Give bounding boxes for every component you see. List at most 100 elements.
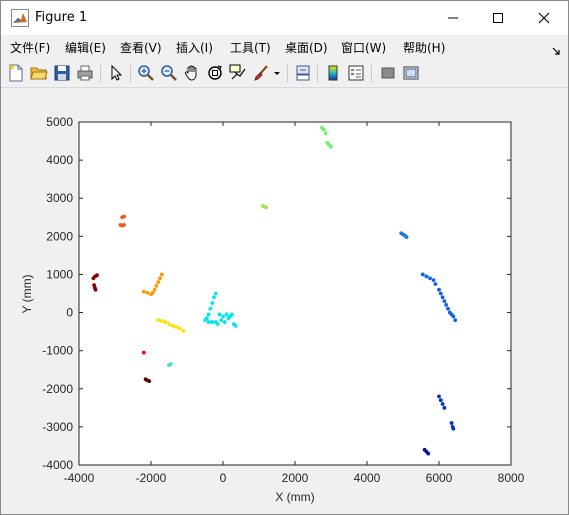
y-tick-label: -3000 — [42, 420, 73, 434]
data-point — [156, 318, 161, 323]
scatter-plot[interactable]: -4000 -2000 0 2000 4000 6000 8000 -4000 -3000 -20… — [5, 88, 564, 510]
data-point — [449, 421, 454, 425]
y-tick-label: 4000 — [46, 153, 73, 167]
x-tick-label: -2000 — [136, 471, 167, 485]
data-point — [438, 291, 443, 296]
close-icon — [538, 12, 550, 24]
data-point — [264, 205, 269, 210]
save-icon[interactable] — [53, 64, 71, 82]
data-point — [329, 144, 333, 149]
menu-help[interactable]: 帮助(H) — [403, 39, 445, 56]
edit-plot-arrow-icon[interactable] — [107, 64, 125, 82]
menu-insert[interactable]: 插入(I) — [176, 39, 213, 56]
open-file-icon[interactable] — [30, 64, 48, 82]
data-point — [222, 320, 227, 324]
data-point — [170, 323, 175, 328]
point-cluster — [141, 350, 146, 355]
data-point — [141, 289, 146, 294]
data-point — [141, 350, 146, 355]
data-point — [159, 319, 164, 323]
y-tick-label: -4000 — [42, 458, 73, 472]
menu-file[interactable]: 文件(F) — [10, 39, 50, 56]
y-tick-label: 2000 — [46, 229, 73, 243]
minimize-button[interactable] — [430, 1, 476, 35]
show-plot-tools-icon[interactable] — [402, 64, 420, 82]
menu-window[interactable]: 窗口(W) — [341, 39, 386, 56]
window-title: Figure 1 — [35, 10, 88, 25]
data-point — [428, 276, 432, 281]
data-point — [156, 280, 161, 284]
data-point — [145, 290, 150, 295]
data-point — [431, 278, 436, 283]
data-point — [444, 303, 449, 307]
data-point — [210, 320, 215, 324]
x-tick-label: -4000 — [64, 471, 95, 485]
toolbar-separator — [317, 65, 318, 82]
insert-legend-icon[interactable] — [347, 64, 365, 82]
figure-toolbar — [1, 60, 568, 88]
data-point — [122, 214, 126, 219]
dock-arrow-icon[interactable] — [551, 41, 561, 60]
title-bar: Figure 1 — [1, 1, 568, 35]
x-tick-label: 2000 — [282, 471, 309, 485]
zoom-out-icon[interactable] — [160, 64, 178, 82]
data-point — [206, 312, 211, 317]
y-tick-label: -2000 — [42, 382, 73, 396]
brush-icon[interactable] — [252, 64, 270, 82]
data-point — [404, 235, 409, 239]
data-cursor-icon[interactable] — [229, 64, 247, 82]
figure-window: Figure 1 文件(F) 编辑(E) 查看(V) 插入(I) 工具(T) 桌… — [0, 0, 569, 515]
data-point — [437, 394, 441, 399]
data-point — [174, 325, 179, 329]
pan-hand-icon[interactable] — [183, 64, 201, 82]
data-point — [158, 276, 162, 281]
data-point — [224, 312, 229, 317]
menu-desktop[interactable]: 桌面(D) — [285, 39, 328, 56]
maximize-button[interactable] — [475, 1, 521, 35]
zoom-in-icon[interactable] — [137, 64, 155, 82]
y-tick-label: -1000 — [42, 344, 73, 358]
minimize-icon — [448, 17, 458, 19]
print-icon[interactable] — [76, 64, 94, 82]
data-point — [230, 312, 234, 317]
data-point — [438, 398, 443, 403]
data-point — [147, 379, 152, 384]
menu-view[interactable]: 查看(V) — [120, 39, 162, 56]
figure-canvas[interactable]: -4000 -2000 0 2000 4000 6000 8000 -4000 -3000 -20… — [5, 88, 564, 510]
link-plot-icon[interactable] — [294, 64, 312, 82]
data-point — [424, 274, 429, 279]
toolbar-separator — [130, 65, 131, 82]
data-point — [212, 295, 216, 300]
new-figure-icon[interactable] — [7, 64, 25, 82]
data-point — [451, 314, 456, 319]
menu-tools[interactable]: 工具(T) — [230, 39, 271, 56]
y-tick-label: 5000 — [46, 115, 73, 129]
data-point — [152, 287, 157, 292]
menu-edit[interactable]: 编辑(E) — [65, 39, 106, 56]
x-tick-label: 8000 — [498, 471, 525, 485]
y-tick-label: 3000 — [46, 191, 73, 205]
toolbar-separator — [287, 65, 288, 82]
x-tick-label: 4000 — [354, 471, 381, 485]
data-point — [321, 127, 326, 132]
data-point — [206, 320, 211, 324]
menu-bar: 文件(F) 编辑(E) 查看(V) 插入(I) 工具(T) 桌面(D) 窗口(W… — [1, 35, 568, 59]
data-point — [181, 328, 186, 333]
brush-dropdown-icon[interactable] — [273, 64, 281, 82]
data-point — [453, 318, 458, 323]
close-button[interactable] — [521, 1, 567, 35]
data-point — [442, 405, 447, 410]
data-point — [210, 301, 215, 305]
hide-plot-tools-icon[interactable] — [379, 64, 397, 82]
y-tick-label: 0 — [66, 306, 73, 320]
data-point — [437, 287, 441, 292]
x-tick-label: 0 — [220, 471, 227, 485]
x-tick-label: 6000 — [426, 471, 453, 485]
data-point — [446, 306, 450, 311]
insert-colorbar-icon[interactable] — [324, 64, 342, 82]
rotate-3d-icon[interactable] — [206, 64, 224, 82]
data-point — [154, 283, 159, 288]
data-point — [215, 322, 220, 326]
data-point — [217, 312, 222, 317]
data-point — [163, 320, 168, 324]
